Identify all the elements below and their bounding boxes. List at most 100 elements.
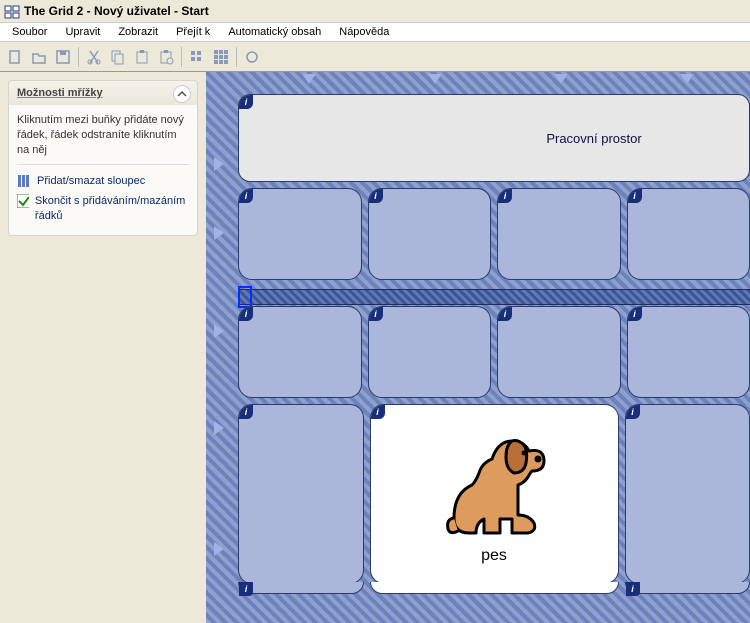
grid-cell-dog[interactable]: i pes <box>370 404 619 584</box>
grid-cell[interactable]: i <box>625 582 750 594</box>
toolbar-separator <box>78 47 79 67</box>
triangle-right-icon <box>214 421 224 435</box>
panel-body: Kliknutím mezi buňky přidáte nový řádek,… <box>9 105 197 235</box>
grid-row-partial: i i <box>238 582 750 594</box>
panel-header[interactable]: Možnosti mřížky <box>9 81 197 105</box>
info-marker-icon[interactable]: i <box>239 307 253 321</box>
menu-edit[interactable]: Upravit <box>57 24 108 40</box>
checkmark-icon <box>17 194 29 208</box>
toolbar-paste-icon[interactable] <box>131 46 153 68</box>
option-finish-rows[interactable]: Skončit s přidáváním/mazáním řádků <box>17 191 189 227</box>
toolbar-cut-icon[interactable] <box>83 46 105 68</box>
toolbar-save-icon[interactable] <box>52 46 74 68</box>
row-handle[interactable] <box>206 187 232 280</box>
collapse-button[interactable] <box>173 85 191 103</box>
triangle-right-icon <box>214 226 224 240</box>
row-handle[interactable] <box>206 142 232 187</box>
info-marker-icon[interactable]: i <box>239 189 253 203</box>
workspace-label: Pracovní prostor <box>546 131 641 146</box>
toolbar-new-icon[interactable] <box>4 46 26 68</box>
grid-cell[interactable]: i <box>627 306 750 398</box>
title-bar[interactable]: The Grid 2 - Nový uživatel - Start <box>0 0 750 22</box>
menu-bar: Soubor Upravit Zobrazit Přejít k Automat… <box>0 22 750 42</box>
option-add-remove-column[interactable]: Přidat/smazat sloupec <box>17 171 189 192</box>
grid-row: i i pes <box>238 404 750 584</box>
grid-cell[interactable]: i <box>368 188 492 280</box>
info-marker-icon[interactable]: i <box>239 95 253 109</box>
row-handles <box>206 142 232 623</box>
grid-row: i i i i <box>238 188 750 280</box>
row-insertion-bar[interactable] <box>238 286 750 308</box>
toolbar-paste-special-icon[interactable] <box>155 46 177 68</box>
grid-cell[interactable]: i <box>238 306 362 398</box>
info-marker-icon[interactable]: i <box>371 405 385 419</box>
toolbar-separator <box>181 47 182 67</box>
triangle-down-icon <box>680 74 694 84</box>
grid-cell[interactable]: i <box>497 188 621 280</box>
toolbar-grid-small-icon[interactable] <box>186 46 208 68</box>
toolbar-copy-icon[interactable] <box>107 46 129 68</box>
app-window: The Grid 2 - Nový uživatel - Start Soubo… <box>0 0 750 623</box>
grid-cell[interactable]: i <box>627 188 750 280</box>
grid-cell[interactable]: i <box>238 582 364 594</box>
toolbar-grid-large-icon[interactable] <box>210 46 232 68</box>
menu-view[interactable]: Zobrazit <box>110 24 166 40</box>
cell-label: pes <box>481 547 507 565</box>
info-marker-icon[interactable]: i <box>239 405 253 419</box>
grid-zone: i Pracovní prostor i i i i i i i <box>234 94 750 623</box>
grid-row: i i i i <box>238 306 750 398</box>
chevron-up-icon <box>177 89 187 99</box>
grid-cell[interactable]: i <box>625 404 750 584</box>
info-marker-icon[interactable]: i <box>628 307 642 321</box>
column-handle[interactable] <box>246 74 372 90</box>
triangle-down-icon <box>428 74 442 84</box>
dog-icon <box>434 423 554 543</box>
insertion-hatch <box>238 289 750 305</box>
info-marker-icon[interactable]: i <box>628 189 642 203</box>
menu-help[interactable]: Nápověda <box>331 24 397 40</box>
grid-cell[interactable]: i <box>238 404 364 584</box>
grid-cell[interactable]: i <box>368 306 492 398</box>
info-marker-icon[interactable]: i <box>498 189 512 203</box>
app-icon <box>4 3 20 19</box>
grid-cell[interactable]: i <box>238 188 362 280</box>
grid-cell[interactable] <box>370 582 619 594</box>
column-handle[interactable] <box>372 74 498 90</box>
info-marker-icon[interactable]: i <box>626 405 640 419</box>
row-handle[interactable] <box>206 474 232 623</box>
side-panel: Možnosti mřížky Kliknutím mezi buňky při… <box>0 72 206 623</box>
grid-options-panel: Možnosti mřížky Kliknutím mezi buňky při… <box>8 80 198 236</box>
panel-hint-text: Kliknutím mezi buňky přidáte nový řádek,… <box>17 113 189 158</box>
option-label: Přidat/smazat sloupec <box>37 174 145 189</box>
panel-title: Možnosti mřížky <box>17 87 103 99</box>
row-handle[interactable] <box>206 382 232 475</box>
triangle-right-icon <box>214 542 224 556</box>
toolbar-open-icon[interactable] <box>28 46 50 68</box>
toolbar-separator <box>236 47 237 67</box>
insertion-caret <box>238 286 252 308</box>
triangle-right-icon <box>214 324 224 338</box>
menu-file[interactable]: Soubor <box>4 24 55 40</box>
info-marker-icon[interactable]: i <box>626 582 640 596</box>
row-handle[interactable] <box>206 279 232 381</box>
info-marker-icon[interactable]: i <box>498 307 512 321</box>
menu-goto[interactable]: Přejít k <box>168 24 218 40</box>
info-marker-icon[interactable]: i <box>369 189 383 203</box>
workspace-cell[interactable]: i Pracovní prostor <box>238 94 750 182</box>
divider <box>17 164 189 165</box>
columns-icon <box>17 174 31 188</box>
menu-auto-content[interactable]: Automatický obsah <box>220 24 329 40</box>
toolbar-record-icon[interactable] <box>241 46 263 68</box>
toolbar <box>0 42 750 72</box>
info-marker-icon[interactable]: i <box>369 307 383 321</box>
triangle-down-icon <box>554 74 568 84</box>
triangle-right-icon <box>214 157 224 171</box>
grid-editor[interactable]: i Pracovní prostor i i i i i i i <box>206 72 750 623</box>
column-handles <box>236 74 750 90</box>
column-handle[interactable] <box>624 74 750 90</box>
main-area: Možnosti mřížky Kliknutím mezi buňky při… <box>0 72 750 623</box>
window-title: The Grid 2 - Nový uživatel - Start <box>24 4 209 18</box>
column-handle[interactable] <box>498 74 624 90</box>
grid-cell[interactable]: i <box>497 306 621 398</box>
info-marker-icon[interactable]: i <box>239 582 253 596</box>
